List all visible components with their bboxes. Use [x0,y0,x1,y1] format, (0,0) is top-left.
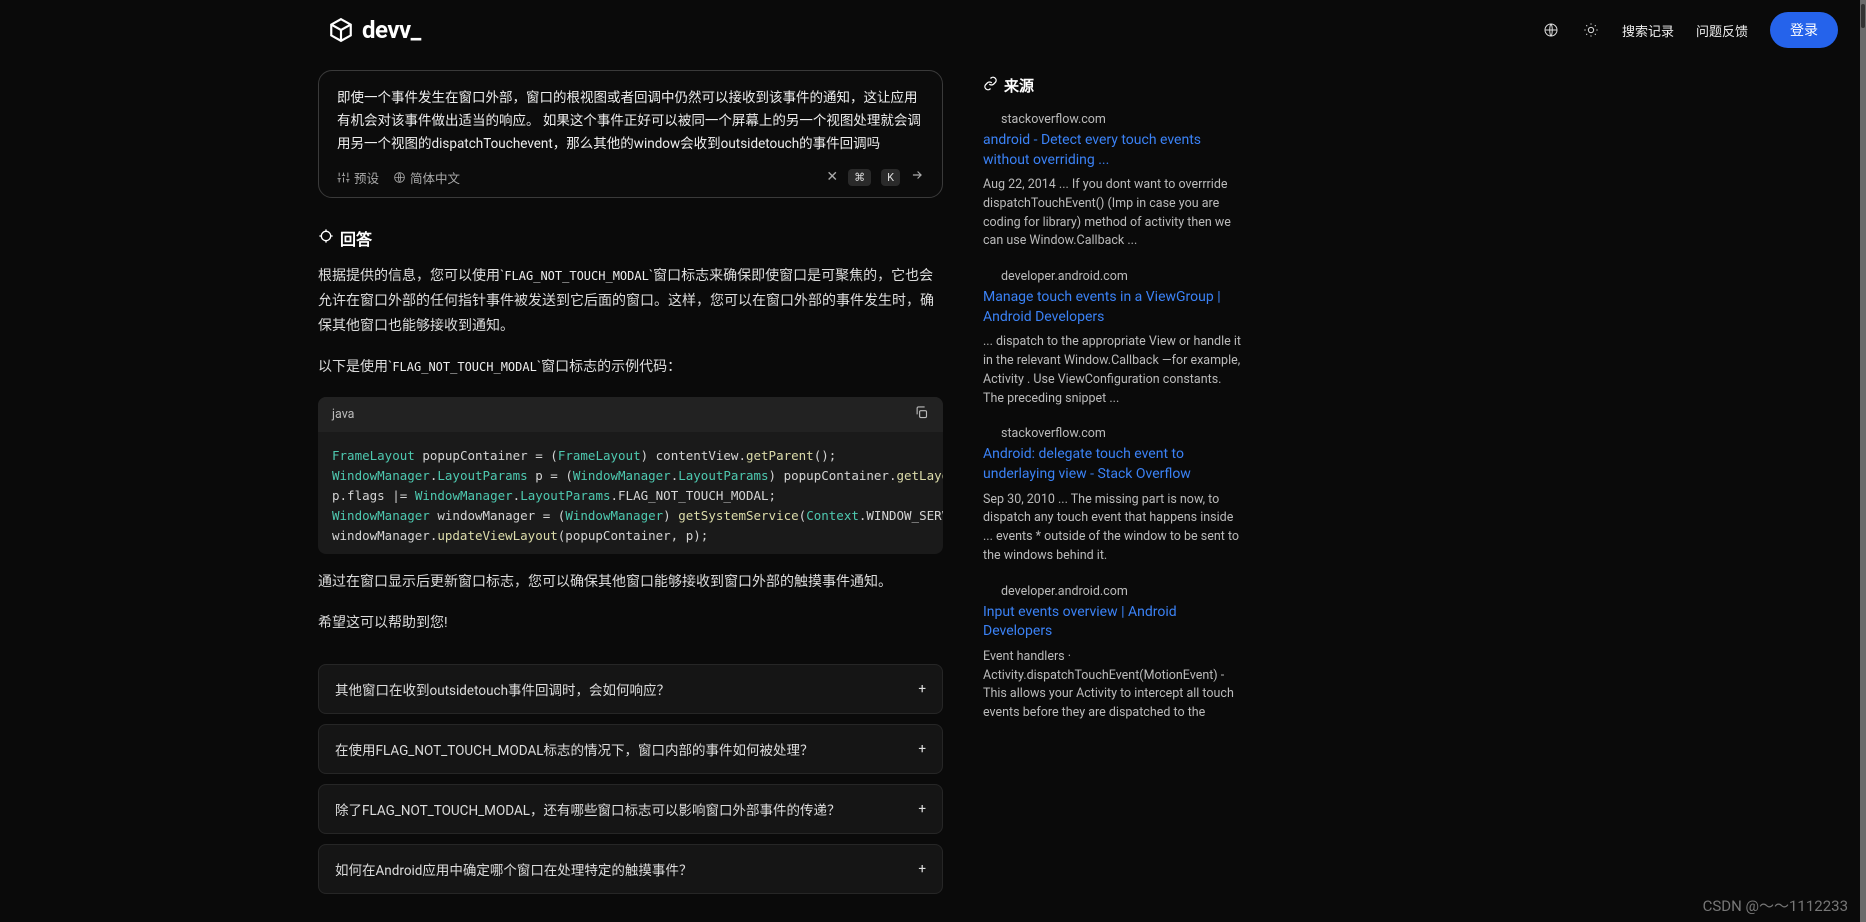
lang-select[interactable]: 简体中文 [393,168,460,187]
followup-text: 其他窗口在收到outsidetouch事件回调时，会如何响应？ [335,679,670,699]
plus-icon: + [918,741,926,757]
sources-heading-text: 来源 [1004,75,1034,96]
scrollbar-track[interactable] [1860,0,1866,922]
source-title-link[interactable]: Input events overview | Android Develope… [983,603,1243,642]
watermark: CSDN @～～1112233 [1703,895,1848,916]
code-block: java FrameLayout popupContainer = (Frame… [318,397,943,554]
copy-icon[interactable] [914,405,929,424]
preset-label: 预设 [354,168,379,187]
sun-icon[interactable] [1582,21,1600,39]
arrow-right-icon[interactable] [910,168,924,186]
link-icon [983,76,998,95]
source-title-link[interactable]: Manage touch events in a ViewGroup | And… [983,288,1243,327]
source-title-link[interactable]: Android: delegate touch event to underla… [983,445,1243,484]
lang-label: 简体中文 [410,168,460,187]
answer-paragraph-2: 以下是使用`FLAG_NOT_TOUCH_MODAL`窗口标志的示例代码： [318,355,943,380]
plus-icon: + [918,861,926,877]
followup-item[interactable]: 其他窗口在收到outsidetouch事件回调时，会如何响应？ + [318,664,943,714]
header: devv_ 搜索记录 问题反馈 登录 [0,0,1866,60]
query-box: 即使一个事件发生在窗口外部，窗口的根视图或者回调中仍然可以接收到该事件的通知，这… [318,70,943,198]
query-text: 即使一个事件发生在窗口外部，窗口的根视图或者回调中仍然可以接收到该事件的通知，这… [337,87,924,156]
source-snippet: Event handlers · Activity.dispatchTouchE… [983,648,1243,723]
login-button[interactable]: 登录 [1770,12,1838,48]
logo-text: devv_ [362,16,421,44]
scrollbar-thumb[interactable] [1861,4,1865,28]
sources-heading: 来源 [983,75,1243,96]
code-lang-label: java [332,407,354,422]
source-domain: developer.android.com [1001,584,1243,599]
kbd-k: K [881,169,900,186]
answer-paragraph-1: 根据提供的信息，您可以使用`FLAG_NOT_TOUCH_MODAL`窗口标志来… [318,264,943,340]
followup-item[interactable]: 如何在Android应用中确定哪个窗口在处理特定的触摸事件？ + [318,844,943,894]
source-item: stackoverflow.com Android: delegate touc… [983,426,1243,565]
followup-text: 在使用FLAG_NOT_TOUCH_MODAL标志的情况下，窗口内部的事件如何被… [335,739,814,759]
plus-icon: + [918,801,926,817]
followup-item[interactable]: 在使用FLAG_NOT_TOUCH_MODAL标志的情况下，窗口内部的事件如何被… [318,724,943,774]
source-domain: stackoverflow.com [1001,112,1243,127]
code-body[interactable]: FrameLayout popupContainer = (FrameLayou… [318,432,943,554]
globe-icon[interactable] [1542,21,1560,39]
answer-heading: 回答 [318,226,943,250]
clear-icon[interactable]: ✕ [826,169,838,185]
answer-paragraph-3: 通过在窗口显示后更新窗口标志，您可以确保其他窗口能够接收到窗口外部的触摸事件通知… [318,570,943,595]
source-domain: developer.android.com [1001,269,1243,284]
followup-text: 除了FLAG_NOT_TOUCH_MODAL，还有哪些窗口标志可以影响窗口外部事… [335,799,841,819]
source-item: developer.android.com Input events overv… [983,584,1243,723]
target-icon [318,228,334,248]
logo[interactable]: devv_ [328,16,421,44]
sliders-icon[interactable]: 预设 [337,168,379,187]
cube-icon [328,17,354,43]
followups: 其他窗口在收到outsidetouch事件回调时，会如何响应？ + 在使用FLAG… [318,664,943,894]
nav-feedback[interactable]: 问题反馈 [1696,21,1748,40]
source-domain: stackoverflow.com [1001,426,1243,441]
kbd-cmd: ⌘ [848,169,871,186]
source-snippet: ... dispatch to the appropriate View or … [983,333,1243,408]
source-title-link[interactable]: android - Detect every touch events with… [983,131,1243,170]
source-snippet: Sep 30, 2010 ... The missing part is now… [983,491,1243,566]
plus-icon: + [918,681,926,697]
nav-history[interactable]: 搜索记录 [1622,21,1674,40]
nav-right: 搜索记录 问题反馈 登录 [1542,12,1838,48]
source-item: developer.android.com Manage touch event… [983,269,1243,408]
followup-text: 如何在Android应用中确定哪个窗口在处理特定的触摸事件？ [335,859,692,879]
answer-heading-text: 回答 [340,226,372,250]
source-item: stackoverflow.com android - Detect every… [983,112,1243,251]
answer-paragraph-4: 希望这可以帮助到您! [318,611,943,636]
source-snippet: Aug 22, 2014 ... If you dont want to ove… [983,176,1243,251]
followup-item[interactable]: 除了FLAG_NOT_TOUCH_MODAL，还有哪些窗口标志可以影响窗口外部事… [318,784,943,834]
